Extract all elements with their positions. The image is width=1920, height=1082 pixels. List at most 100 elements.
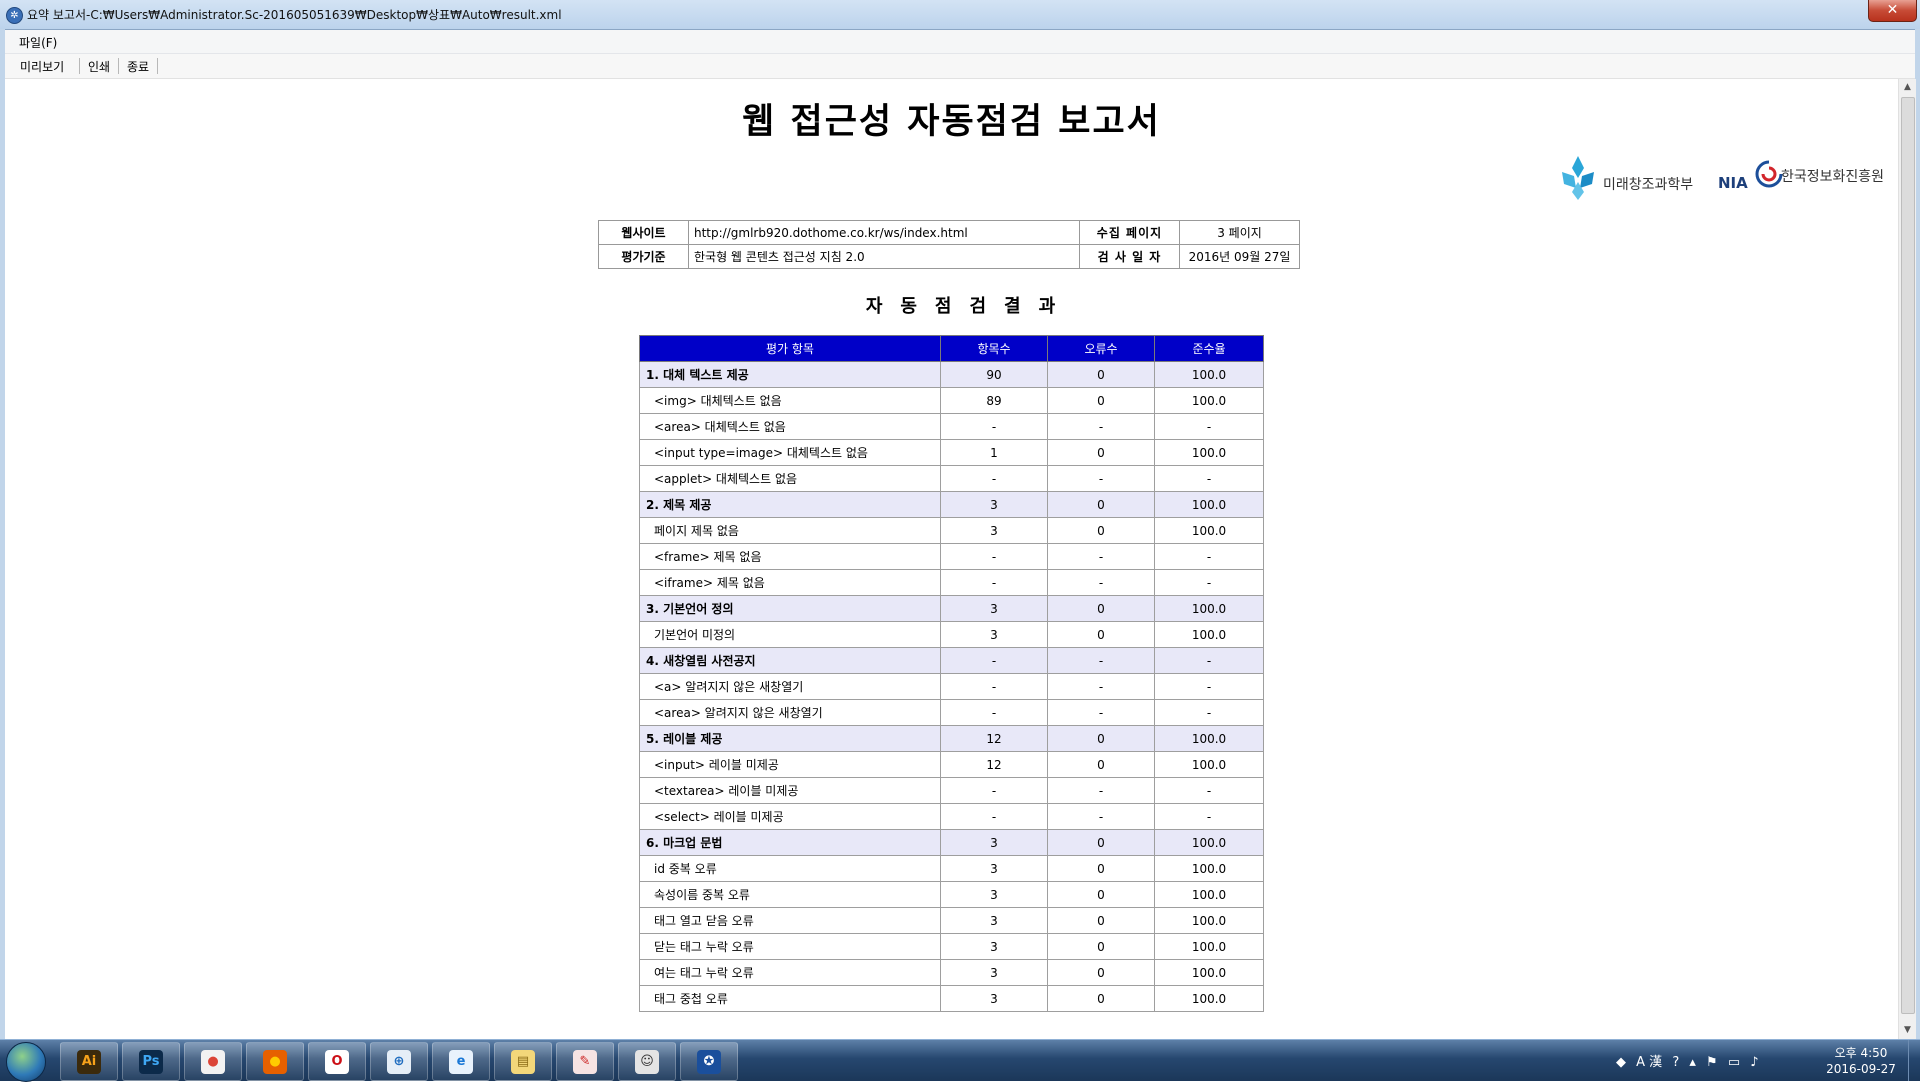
compliance-rate-cell: 100.0 [1154,439,1264,466]
category-row: 2. 제목 제공 3 0 100.0 [639,491,1264,518]
help-icon[interactable]: ? [1672,1055,1679,1070]
item-count-cell: - [940,569,1048,596]
file-explorer-icon: ▤ [511,1050,535,1074]
toolbar: 미리보기 인쇄 종료 [5,54,1915,79]
info-row: 평가기준 한국형 웹 콘텐츠 접근성 지침 2.0 검 사 일 자 2016년 … [598,244,1300,269]
compliance-rate-cell: 100.0 [1154,933,1264,960]
item-count-cell: 12 [940,751,1048,778]
table-row: <area> 대체텍스트 없음 - - - [639,413,1264,440]
firefox-icon: ● [263,1050,287,1074]
item-count-cell: 3 [940,985,1048,1012]
error-count-cell: 0 [1047,855,1155,882]
error-count-cell: 0 [1047,933,1155,960]
scroll-down-arrow-icon[interactable]: ▼ [1899,1022,1916,1039]
clock[interactable]: 오후 4:50 2016-09-27 [1816,1045,1906,1077]
item-count-cell: 89 [940,387,1048,414]
table-row: <frame> 제목 없음 - - - [639,543,1264,570]
menu-file[interactable]: 파일(F) [19,34,57,51]
exit-button[interactable]: 종료 [123,58,153,75]
nia-logo-text: 한국정보화진흥원 [1781,169,1885,185]
item-count-cell: - [940,699,1048,726]
item-name-cell: <img> 대체텍스트 없음 [639,387,941,414]
error-count-cell: - [1047,673,1155,700]
nia-abbr: NIA [1718,174,1748,192]
error-count-cell: 0 [1047,959,1155,986]
error-count-cell: - [1047,699,1155,726]
item-count-cell: 90 [940,361,1048,388]
table-row: 태그 열고 닫음 오류 3 0 100.0 [639,907,1264,934]
scrollbar-thumb[interactable] [1901,97,1915,1014]
item-count-cell: 3 [940,959,1048,986]
network-icon[interactable]: ◆ [1616,1055,1626,1070]
taskbar-button-internet-explorer[interactable]: e [432,1042,490,1081]
clock-time: 오후 4:50 [1834,1046,1888,1060]
error-count-cell: 0 [1047,439,1155,466]
scroll-up-arrow-icon[interactable]: ▲ [1899,79,1916,96]
info-row: 웹사이트 http://gmlrb920.dothome.co.kr/ws/in… [598,220,1300,245]
close-button[interactable]: ✕ [1868,0,1917,22]
table-row: <input> 레이블 미제공 12 0 100.0 [639,751,1264,778]
msip-emblem-icon [1562,156,1594,200]
error-count-cell: 0 [1047,621,1155,648]
volume-icon[interactable]: ♪ [1750,1055,1758,1070]
column-header-count: 항목수 [940,335,1048,362]
flag-icon[interactable]: ⚑ [1706,1055,1718,1070]
standard-value: 한국형 웹 콘텐츠 접근성 지침 2.0 [688,244,1080,269]
display-icon[interactable]: ▭ [1728,1055,1740,1070]
taskbar-button-safari[interactable]: ⊕ [370,1042,428,1081]
app-icon: ✲ [6,7,23,24]
item-name-cell: 닫는 태그 누락 오류 [639,933,941,960]
error-count-cell: 0 [1047,985,1155,1012]
category-row: 4. 새창열림 사전공지 - - - [639,647,1264,674]
standard-label: 평가기준 [598,244,689,269]
item-name-cell: <iframe> 제목 없음 [639,569,941,596]
item-count-cell: 3 [940,855,1048,882]
window-title: 요약 보고서-C:₩Users₩Administrator.Sc-2016050… [27,8,562,22]
table-row: <textarea> 레이블 미제공 - - - [639,777,1264,804]
pages-label: 수집 페이지 [1079,220,1180,245]
taskbar-button-paint[interactable]: ✎ [556,1042,614,1081]
result-heading: 자동점검결과 [865,296,1074,317]
error-count-cell: 0 [1047,387,1155,414]
accessibility-checker-icon: ✪ [697,1050,721,1074]
show-desktop-button[interactable] [1908,1040,1920,1081]
taskbar-button-illustrator[interactable]: Ai [60,1042,118,1081]
print-button[interactable]: 인쇄 [84,58,114,75]
taskbar-button-printer-app[interactable]: ☺ [618,1042,676,1081]
compliance-rate-cell: 100.0 [1154,959,1264,986]
compliance-rate-cell: - [1154,699,1264,726]
clock-date: 2016-09-27 [1826,1062,1896,1076]
taskbar-button-chrome[interactable]: ● [184,1042,242,1081]
msip-logo: 미래창조과학부 [1558,154,1708,202]
item-name-cell: 태그 중첩 오류 [639,985,941,1012]
item-name-cell: 4. 새창열림 사전공지 [639,647,941,674]
system-tray: ◆ A 漢 ? ▴ ⚑ ▭ ♪ [1616,1051,1765,1070]
compliance-rate-cell: 100.0 [1154,725,1264,752]
taskbar-button-opera[interactable]: O [308,1042,366,1081]
error-count-cell: 0 [1047,907,1155,934]
compliance-rate-cell: - [1154,569,1264,596]
item-count-cell: - [940,803,1048,830]
item-count-cell: - [940,465,1048,492]
taskbar-button-file-explorer[interactable]: ▤ [494,1042,552,1081]
taskbar-button-firefox[interactable]: ● [246,1042,304,1081]
item-count-cell: - [940,673,1048,700]
report-document: 웹 접근성 자동점검 보고서 미래창조과학부 NIA 한국정보화진흥원 웹사이트… [5,79,1898,1039]
ime-indicator[interactable]: A 漢 [1636,1055,1662,1070]
show-hidden-icons-icon[interactable]: ▴ [1689,1055,1696,1070]
date-label: 검 사 일 자 [1079,244,1180,269]
compliance-rate-cell: - [1154,673,1264,700]
table-row: 여는 태그 누락 오류 3 0 100.0 [639,959,1264,986]
menu-bar: 파일(F) [5,30,1915,54]
start-button[interactable] [6,1042,46,1082]
item-name-cell: 속성이름 중복 오류 [639,881,941,908]
internet-explorer-icon: e [449,1050,473,1074]
results-table: 평가 항목 항목수 오류수 준수율 1. 대체 텍스트 제공 90 0 100.0 <i… [639,335,1264,1012]
preview-button[interactable]: 미리보기 [16,58,68,75]
taskbar-button-accessibility-checker[interactable]: ✪ [680,1042,738,1081]
taskbar-button-photoshop[interactable]: Ps [122,1042,180,1081]
item-count-cell: 3 [940,933,1048,960]
vertical-scrollbar[interactable]: ▲ ▼ [1898,79,1916,1039]
nia-logo: NIA 한국정보화진흥원 [1718,154,1893,202]
compliance-rate-cell: - [1154,777,1264,804]
